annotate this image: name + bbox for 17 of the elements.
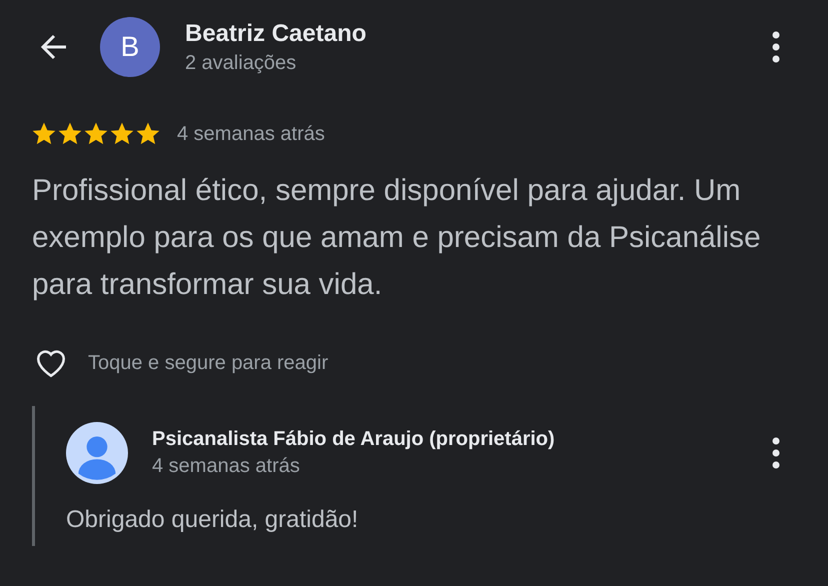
reviewer-name: Beatriz Caetano xyxy=(185,20,368,48)
avatar-icon xyxy=(66,422,128,484)
star-icon xyxy=(57,121,83,147)
star-icon xyxy=(135,121,161,147)
more-icon[interactable] xyxy=(772,31,780,63)
owner-name: Psicanalista Fábio de Araujo (proprietário) xyxy=(152,428,556,451)
star-icon xyxy=(109,121,135,147)
more-icon[interactable] xyxy=(772,437,780,469)
review-time: 4 semanas atrás xyxy=(177,122,325,146)
avatar: B xyxy=(100,17,160,77)
star-icon xyxy=(83,121,109,147)
star-icon xyxy=(31,121,57,147)
review-count: 2 avaliações xyxy=(185,52,298,74)
reply-text: Obrigado querida, gratidão! xyxy=(66,506,360,534)
reaction-hint: Toque e segure para reagir xyxy=(88,352,328,374)
review-text: Profissional ético, sempre disponível para ajudar. Um exemplo para os que amam e precisam da Psicanálise para transformar sua vida. xyxy=(32,173,762,303)
reply-time: 4 semanas atrás xyxy=(152,455,301,478)
